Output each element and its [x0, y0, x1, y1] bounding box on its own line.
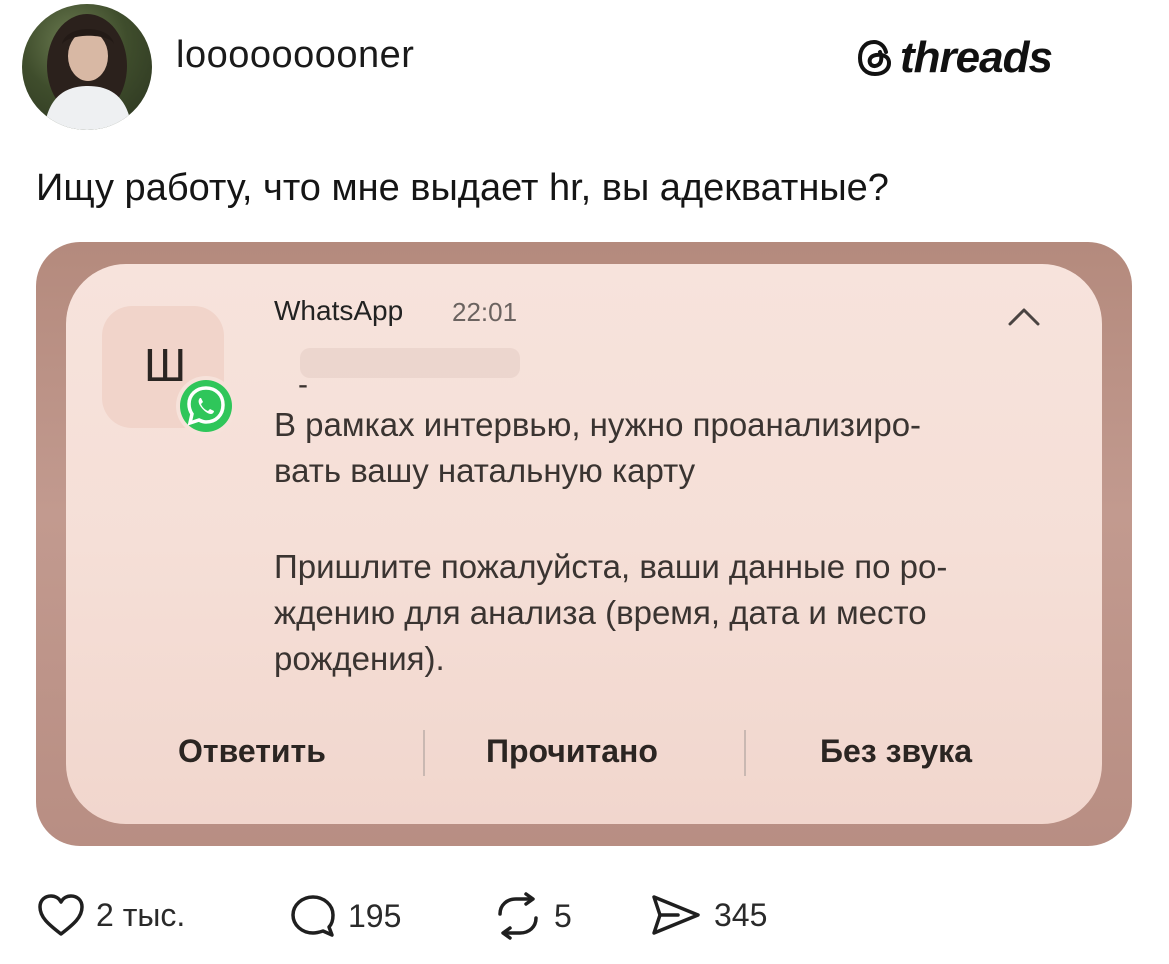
- whatsapp-icon: [174, 374, 238, 438]
- mute-action-button[interactable]: Без звука: [820, 735, 972, 767]
- threads-logo: threads: [856, 33, 1053, 82]
- share-count: 345: [714, 897, 768, 933]
- message-line: рождения).: [274, 640, 445, 677]
- send-icon: [652, 895, 700, 935]
- like-button[interactable]: 2 тыс.: [36, 892, 185, 938]
- threads-wordmark: threads: [900, 33, 1053, 82]
- reply-count: 195: [348, 898, 402, 934]
- message-line: вать вашу натальную карту: [274, 452, 696, 489]
- action-divider: [423, 730, 425, 776]
- username[interactable]: looooooooner: [176, 36, 414, 74]
- threads-icon: [857, 39, 892, 77]
- chevron-up-icon[interactable]: [1004, 302, 1044, 328]
- message-line: ждению для анализа (время, дата и место: [274, 594, 927, 631]
- notification-app-name: WhatsApp: [274, 295, 404, 326]
- comment-icon: [291, 895, 335, 937]
- repost-icon: [498, 892, 538, 940]
- message-line: В рамках интервью, нужно проанализиро-: [274, 406, 922, 443]
- repost-button[interactable]: 5: [492, 892, 572, 940]
- action-divider: [744, 730, 746, 776]
- message-paragraph-2: Пришлите пожалуйста, ваши данные по ро- …: [274, 544, 1074, 682]
- notification-time: 22:01: [452, 297, 518, 327]
- avatar[interactable]: [22, 4, 152, 130]
- reply-action-button[interactable]: Ответить: [178, 735, 326, 767]
- message-line: Пришлите пожалуйста, ваши данные по ро-: [274, 548, 948, 585]
- reply-button[interactable]: 195: [288, 892, 401, 940]
- like-count: 2 тыс.: [96, 897, 186, 933]
- share-button[interactable]: 345: [648, 892, 767, 938]
- mark-read-action-button[interactable]: Прочитано: [486, 735, 658, 767]
- blurred-sender: [300, 348, 520, 378]
- post-text: Ищу работу, что мне выдает hr, вы адеква…: [36, 167, 889, 209]
- repost-count: 5: [554, 898, 572, 934]
- sender-name: -: [298, 368, 308, 401]
- message-paragraph-1: В рамках интервью, нужно проанализиро- в…: [274, 402, 1074, 494]
- heart-icon: [38, 894, 84, 936]
